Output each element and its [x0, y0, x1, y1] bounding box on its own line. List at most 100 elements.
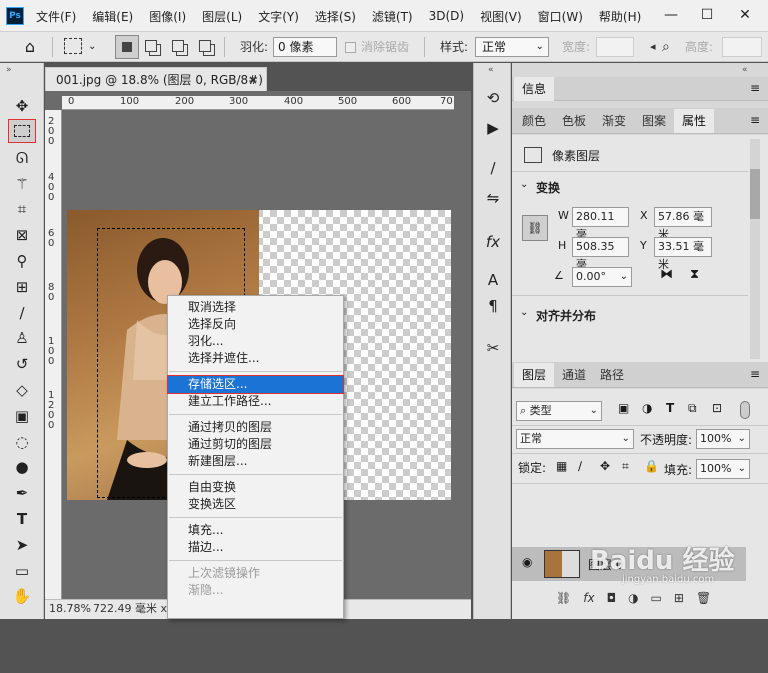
feather-input[interactable]: 0 像素 — [273, 37, 337, 57]
path-selection-tool-icon[interactable]: ➤ — [9, 533, 35, 557]
tab-color[interactable]: 颜色 — [514, 109, 554, 133]
menu-item-fill[interactable]: 填充... — [168, 522, 343, 539]
hand-tool-icon[interactable]: ✋ — [9, 584, 35, 608]
pen-tool-icon[interactable]: ✒ — [9, 481, 35, 505]
filter-pixel-icon[interactable]: ▣ — [618, 401, 629, 415]
history-panel-icon[interactable]: ⟲ — [482, 87, 504, 109]
trash-icon[interactable]: 🗑 — [696, 591, 711, 605]
menu-item-new-layer[interactable]: 新建图层... — [168, 453, 343, 470]
add-mask-icon[interactable]: ◘ — [607, 591, 617, 605]
menu-item-select-and-mask[interactable]: 选择并遮住... — [168, 350, 343, 367]
close-tab-icon[interactable]: × — [248, 68, 258, 92]
height-input[interactable] — [722, 37, 762, 57]
new-layer-icon[interactable]: ⊞ — [674, 591, 684, 605]
type-tool-icon[interactable]: T — [9, 507, 35, 531]
clone-stamp-tool-icon[interactable]: ♙ — [9, 326, 35, 350]
menu-item-make-work-path[interactable]: 建立工作路径... — [168, 393, 343, 410]
lasso-tool-icon[interactable]: ᘏ — [9, 146, 35, 170]
chevron-down-icon[interactable]: ⌄ — [88, 38, 96, 56]
visibility-eye-icon[interactable]: ◉ — [522, 555, 532, 569]
angle-field[interactable]: 0.00° ⌄ — [572, 267, 632, 287]
add-selection-icon[interactable] — [145, 40, 157, 52]
x-field[interactable]: 57.86 毫米 — [654, 207, 712, 241]
fx-icon[interactable]: fx — [583, 591, 594, 605]
rectangle-tool-icon[interactable]: ▭ — [9, 559, 35, 583]
collapse-icon[interactable]: » — [6, 65, 12, 75]
new-selection-icon[interactable] — [115, 35, 139, 59]
opacity-field[interactable]: 100% ⌄ — [696, 429, 750, 449]
tab-gradients[interactable]: 渐变 — [594, 109, 634, 133]
fill-field[interactable]: 100% ⌄ — [696, 459, 750, 479]
healing-brush-tool-icon[interactable]: ⊞ — [9, 275, 35, 299]
panel-menu-icon[interactable]: ≡ — [750, 113, 760, 127]
zoom-level[interactable]: 18.78% — [49, 600, 91, 618]
tools-preset-icon[interactable]: ✂ — [482, 337, 504, 359]
styles-fx-icon[interactable]: fx — [482, 231, 504, 253]
character-panel-icon[interactable]: A — [482, 269, 504, 291]
menu-item-select-inverse[interactable]: 选择反向 — [168, 316, 343, 333]
filter-toggle[interactable] — [740, 401, 750, 419]
menu-filter[interactable]: 滤镜(T) — [372, 8, 413, 25]
collapse-icon[interactable]: « — [488, 65, 494, 75]
swap-icon[interactable]: ◂ — [650, 37, 656, 57]
chevron-down-icon[interactable]: ⌄ — [520, 179, 528, 190]
collapse-icon[interactable]: « — [742, 65, 748, 75]
tab-info[interactable]: 信息 — [514, 77, 555, 101]
scrollbar[interactable] — [750, 139, 760, 359]
lock-all-icon[interactable]: 🔒 — [644, 459, 659, 473]
tab-channels[interactable]: 通道 — [554, 363, 594, 387]
crop-tool-icon[interactable]: ⌗ — [9, 197, 35, 221]
magic-wand-tool-icon[interactable]: ⚚ — [9, 172, 35, 196]
lock-artboard-icon[interactable]: ⌗ — [622, 459, 629, 474]
brush-settings-icon[interactable]: ∕ — [482, 157, 504, 179]
chevron-down-icon[interactable]: ⌄ — [520, 307, 528, 318]
lock-transparent-icon[interactable]: ▦ — [556, 459, 567, 473]
menu-item-stroke[interactable]: 描边... — [168, 539, 343, 556]
menu-item-layer-via-copy[interactable]: 通过拷贝的图层 — [168, 419, 343, 436]
tab-swatches[interactable]: 色板 — [554, 109, 594, 133]
frame-tool-icon[interactable]: ⊠ — [9, 223, 35, 247]
brush-tool-icon[interactable]: ∕ — [9, 301, 35, 325]
blur-tool-icon[interactable]: ◌ — [9, 430, 35, 454]
flip-horizontal-icon[interactable]: ⧓ — [660, 267, 673, 282]
height-field[interactable]: 508.35 毫 — [572, 237, 629, 271]
lock-pixels-icon[interactable]: ∕ — [578, 459, 582, 473]
eraser-tool-icon[interactable]: ◇ — [9, 378, 35, 402]
menu-item-save-selection[interactable]: 存储选区... — [167, 375, 344, 394]
flip-vertical-icon[interactable]: ⧗ — [690, 267, 699, 282]
menu-item-transform-selection[interactable]: 变换选区 — [168, 496, 343, 513]
menu-layer[interactable]: 图层(L) — [202, 8, 242, 25]
menu-help[interactable]: 帮助(H) — [599, 8, 641, 25]
maximize-button[interactable]: ☐ — [690, 0, 724, 32]
menu-file[interactable]: 文件(F) — [36, 8, 76, 25]
menu-image[interactable]: 图像(I) — [149, 8, 186, 25]
layer-filter-select[interactable]: ⌕ 类型 ⌄ — [516, 401, 602, 421]
menu-item-feather[interactable]: 羽化... — [168, 333, 343, 350]
antialias-checkbox[interactable] — [345, 42, 356, 53]
menu-item-layer-via-cut[interactable]: 通过剪切的图层 — [168, 436, 343, 453]
blend-mode-select[interactable]: 正常 ⌄ — [516, 429, 634, 449]
filter-type-icon[interactable]: T — [666, 401, 674, 415]
paragraph-panel-icon[interactable]: ¶ — [482, 295, 504, 317]
filter-shape-icon[interactable]: ⧉ — [688, 401, 697, 416]
filter-adjustment-icon[interactable]: ◑ — [642, 401, 652, 415]
panel-menu-icon[interactable]: ≡ — [750, 367, 760, 381]
tab-patterns[interactable]: 图案 — [634, 109, 674, 133]
width-field[interactable]: 280.11 毫 — [572, 207, 629, 241]
eyedropper-tool-icon[interactable]: ⚲ — [9, 249, 35, 273]
subtract-selection-icon[interactable] — [172, 40, 184, 52]
actions-play-icon[interactable]: ▶ — [482, 117, 504, 139]
tab-paths[interactable]: 路径 — [592, 363, 632, 387]
menu-type[interactable]: 文字(Y) — [258, 8, 299, 25]
y-field[interactable]: 33.51 毫米 — [654, 237, 712, 271]
width-input[interactable] — [596, 37, 634, 57]
move-tool-icon[interactable]: ✥ — [9, 94, 35, 118]
marquee-tool-icon[interactable] — [8, 119, 36, 143]
menu-window[interactable]: 窗口(W) — [538, 8, 583, 25]
link-icon[interactable]: ⛓ — [522, 215, 548, 241]
new-group-icon[interactable]: ▭ — [651, 591, 662, 605]
tab-properties[interactable]: 属性 — [674, 109, 715, 133]
menu-edit[interactable]: 编辑(E) — [92, 8, 133, 25]
adjustments-icon[interactable]: ⇋ — [482, 187, 504, 209]
intersect-selection-icon[interactable] — [199, 40, 211, 52]
